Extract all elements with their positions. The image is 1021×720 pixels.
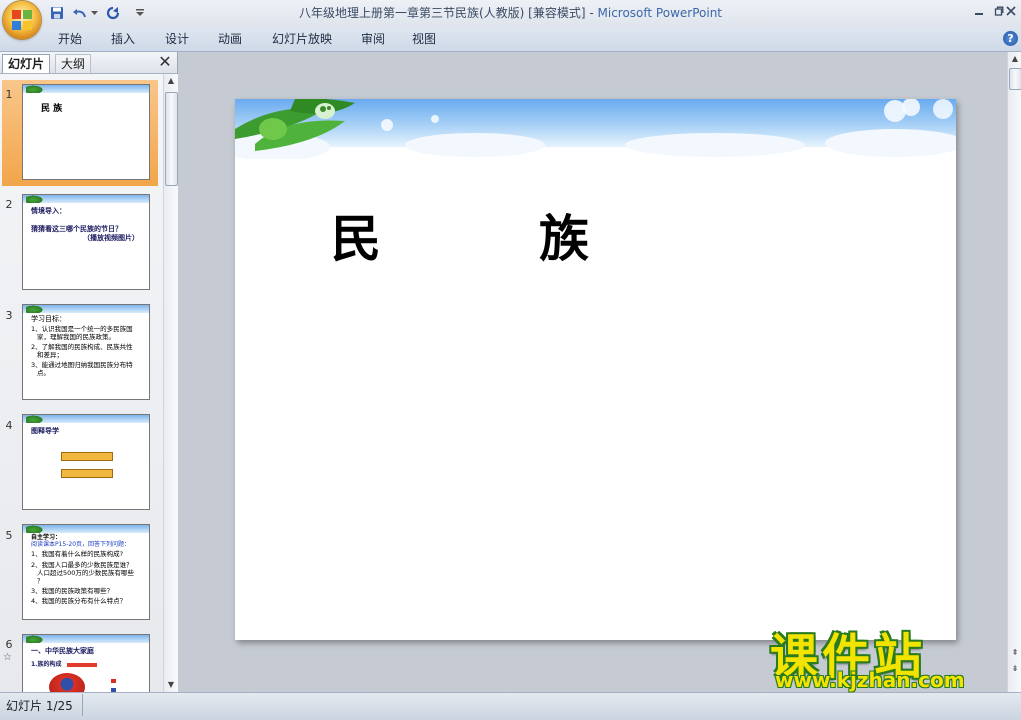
tab-slideshow[interactable]: 幻灯片放映 — [264, 27, 340, 51]
minimize-icon[interactable] — [968, 2, 990, 20]
slide-title[interactable]: 民 族 — [331, 199, 591, 271]
tab-insert[interactable]: 插入 — [103, 27, 143, 51]
thumbnail-text: 家，理解我国的民族政策。 — [37, 333, 115, 341]
tab-view[interactable]: 视图 — [404, 27, 444, 51]
slide-canvas[interactable]: 民 族 — [235, 99, 956, 640]
slide-thumbnail-2[interactable]: 情境导入： 猜猜看这三哪个民族的节日？ （播放视频图片） — [22, 194, 150, 290]
ribbon-tab-bar — [0, 27, 1021, 52]
thumbnail-text: 情境导入： — [31, 207, 66, 215]
thumbnail-text: 点。 — [37, 369, 50, 377]
undo-icon[interactable] — [71, 4, 89, 22]
status-bar — [0, 692, 1021, 720]
help-icon[interactable]: ? — [1003, 31, 1018, 46]
thumbnail-number: 2 — [5, 198, 13, 211]
pane-close-icon[interactable]: ✕ — [158, 54, 172, 70]
slide-thumbnail-4[interactable]: 图释导学 — [22, 414, 150, 510]
redo-icon[interactable] — [104, 4, 122, 22]
editor-scrollbar[interactable]: ▲ ⇞ ⇟ — [1007, 52, 1021, 692]
thumbnail-text: 民 族 — [41, 104, 63, 114]
slide-thumbnail-list: 1 民 族 2 情境导入： 猜猜看这三哪个民族的节日？ （播放视频图片） 3 学… — [0, 74, 163, 692]
thumbnail-number: 5 — [5, 529, 13, 542]
window-title: 八年级地理上册第一章第三节民族(人教版) [兼容模式] - Microsoft … — [298, 6, 722, 20]
tab-review[interactable]: 审阅 — [353, 27, 393, 51]
thumbnail-text: 3、我国的民族政策有哪些？ — [31, 587, 114, 595]
transition-icon: ☆ — [3, 652, 12, 663]
slide-thumbnail-5[interactable]: 自主学习： 阅读课本P15-20页，回答下列问题： 1、我国有着什么样的民族构成… — [22, 524, 150, 620]
thumbnail-button-shape — [61, 469, 113, 478]
thumbnail-number: 6 — [5, 638, 13, 651]
undo-dropdown-icon[interactable] — [89, 4, 99, 22]
thumbnail-text: 4、我国的民族分布有什么特点？ — [31, 597, 127, 605]
office-button[interactable] — [3, 1, 41, 39]
thumbnail-text: ？ — [37, 577, 44, 585]
status-divider — [82, 694, 83, 716]
thumbnail-scrollbar[interactable]: ▲ ▼ — [163, 74, 178, 692]
slide-thumbnail-3[interactable]: 学习目标： 1、认识我国是一个统一的多民族国 家，理解我国的民族政策。 2、了解… — [22, 304, 150, 400]
thumbnail-text: 猜猜看这三哪个民族的节日？ — [31, 225, 122, 233]
close-icon[interactable] — [1000, 2, 1021, 20]
customize-toolbar-icon[interactable] — [134, 4, 146, 22]
thumbnail-text: 图释导学 — [31, 427, 59, 435]
thumbnail-text: 1、我国有着什么样的民族构成? — [31, 550, 124, 558]
slide-thumbnail-1[interactable]: 民 族 — [22, 84, 150, 180]
thumbnail-text: 学习目标： — [31, 315, 66, 323]
thumbnail-number: 3 — [5, 309, 13, 322]
slide-thumbnail-6[interactable]: 一、中华民族大家庭 1.族的构成 — [22, 634, 150, 692]
previous-slide-icon[interactable]: ⇞ — [1008, 646, 1021, 660]
thumbnail-text: （播放视频图片） — [83, 234, 139, 242]
scroll-thumb[interactable] — [165, 92, 178, 186]
tab-outline[interactable]: 大纲 — [55, 54, 92, 73]
thumbnail-text: 阅读课本P15-20页，回答下列问题： — [31, 541, 131, 548]
watermark-url: www.kjzhan.com — [775, 668, 965, 692]
thumbnail-number: 1 — [5, 88, 13, 101]
scroll-down-icon[interactable]: ▼ — [164, 678, 178, 692]
thumbnail-text: 和差异； — [37, 351, 63, 359]
thumbnail-text: 一、中华民族大家庭 — [31, 647, 94, 655]
thumbnail-pie-chart — [49, 673, 85, 692]
scroll-up-icon[interactable]: ▲ — [164, 74, 178, 88]
office-logo-icon — [12, 10, 32, 30]
next-slide-icon[interactable]: ⇟ — [1008, 662, 1021, 676]
tab-slides[interactable]: 幻灯片 — [2, 54, 51, 73]
tab-design[interactable]: 设计 — [157, 27, 197, 51]
thumbnail-text: 人口超过500万的少数民族有哪些 — [37, 569, 134, 577]
leaf-icon — [235, 99, 355, 151]
slide-indicator: 幻灯片 1/25 — [6, 699, 73, 713]
save-icon[interactable] — [48, 4, 66, 22]
thumbnail-button-shape — [61, 452, 113, 461]
scroll-thumb[interactable] — [1009, 68, 1021, 90]
thumbnail-text: 1.族的构成 — [31, 661, 62, 668]
thumbnail-label-bar — [67, 663, 97, 667]
tab-animations[interactable]: 动画 — [210, 27, 250, 51]
thumbnail-number: 4 — [5, 419, 13, 432]
scroll-up-icon[interactable]: ▲ — [1008, 52, 1021, 66]
tab-home[interactable]: 开始 — [50, 27, 90, 51]
thumbnail-legend-swatch — [111, 679, 116, 683]
